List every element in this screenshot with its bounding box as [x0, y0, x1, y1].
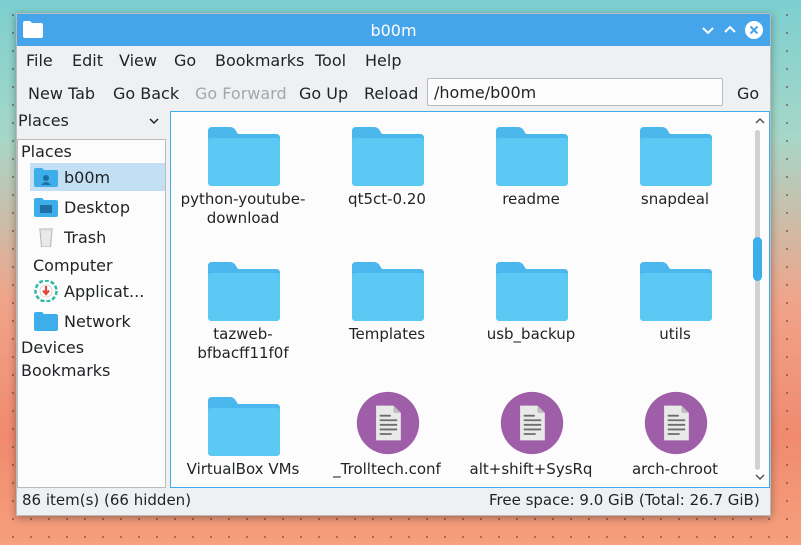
section-devices[interactable]: Devices: [21, 338, 84, 357]
file-item[interactable]: _Trolltech.conf: [315, 382, 459, 487]
file-name: VirtualBox VMs: [186, 460, 300, 478]
sidebar-item-applications[interactable]: Applicat...: [30, 277, 165, 305]
menu-file[interactable]: File: [26, 51, 53, 70]
menu-view[interactable]: View: [119, 51, 157, 70]
file-item[interactable]: utils: [603, 247, 747, 377]
file-item[interactable]: usb_backup: [459, 247, 603, 377]
file-name: snapdeal: [640, 190, 710, 208]
file-name: usb_backup: [486, 325, 576, 343]
path-input[interactable]: [427, 78, 723, 106]
file-item[interactable]: qt5ct-0.20: [315, 112, 459, 242]
section-places[interactable]: Places: [21, 142, 72, 161]
window-title: b00m: [370, 21, 417, 40]
scrollbar-groove[interactable]: [755, 130, 760, 470]
file-item[interactable]: readme: [459, 112, 603, 242]
text-file-icon: [356, 391, 420, 455]
file-name: Templates: [348, 325, 426, 343]
section-computer[interactable]: Computer: [33, 256, 113, 275]
text-file-icon: [644, 391, 708, 455]
file-name: tazweb-bfbacff11f0f: [197, 325, 289, 362]
file-name: _Trolltech.conf: [333, 460, 441, 478]
folder-icon: [640, 262, 712, 321]
sidebar-item-trash[interactable]: Trash: [30, 223, 165, 251]
sidebar-item-label: Trash: [64, 228, 107, 247]
menu-edit[interactable]: Edit: [72, 51, 103, 70]
places-sidebar: Places b00m Desktop Trash Computer Appli…: [17, 139, 166, 488]
folder-icon: [208, 397, 280, 456]
go-forward-button[interactable]: Go Forward: [195, 84, 287, 103]
scroll-down-icon[interactable]: [754, 472, 766, 482]
sidebar-item-label: b00m: [64, 168, 111, 187]
minimize-icon[interactable]: [698, 20, 718, 40]
places-selector-label: Places: [18, 111, 69, 130]
file-item[interactable]: alt+shift+SysRq: [459, 382, 603, 487]
file-manager-window: b00m File Edit View Go Bookmarks Tool He…: [16, 13, 771, 516]
folder-icon: [352, 127, 424, 186]
menu-go[interactable]: Go: [174, 51, 196, 70]
file-name: utils: [659, 325, 691, 343]
sidebar-item-label: Applicat...: [64, 282, 145, 301]
file-item[interactable]: python-youtube- download: [171, 112, 315, 242]
file-view[interactable]: python-youtube- download qt5ct-0.20 read…: [170, 111, 770, 488]
vertical-scrollbar[interactable]: [751, 112, 769, 487]
new-tab-button[interactable]: New Tab: [28, 84, 95, 103]
sidebar-item-network[interactable]: Network: [30, 307, 165, 335]
sidebar-item-label: Network: [64, 312, 131, 331]
text-file-icon: [500, 391, 564, 455]
go-back-button[interactable]: Go Back: [113, 84, 179, 103]
menu-help[interactable]: Help: [365, 51, 401, 70]
folder-icon: [496, 262, 568, 321]
go-button[interactable]: Go: [737, 84, 759, 103]
places-selector[interactable]: Places: [17, 111, 169, 133]
applications-icon: [34, 280, 58, 302]
titlebar[interactable]: b00m: [17, 14, 770, 46]
folder-icon: [496, 127, 568, 186]
network-folder-icon: [34, 312, 58, 331]
chevron-down-icon: [149, 118, 159, 125]
file-item[interactable]: snapdeal: [603, 112, 747, 242]
file-name: arch-chroot: [631, 460, 719, 478]
file-item[interactable]: arch-chroot: [603, 382, 747, 487]
close-icon[interactable]: [744, 20, 764, 40]
sidebar-item-home[interactable]: b00m: [30, 163, 165, 191]
menu-bookmarks[interactable]: Bookmarks: [215, 51, 304, 70]
folder-icon: [352, 262, 424, 321]
folder-icon: [208, 262, 280, 321]
go-up-button[interactable]: Go Up: [299, 84, 348, 103]
item-count-status: 86 item(s) (66 hidden): [22, 491, 192, 509]
trash-icon: [39, 228, 53, 247]
folder-icon: [208, 127, 280, 186]
free-space-status: Free space: 9.0 GiB (Total: 26.7 GiB): [489, 491, 760, 509]
toolbar: New Tab Go Back Go Forward Go Up Reload …: [17, 76, 770, 110]
home-folder-icon: [34, 168, 58, 187]
file-item[interactable]: Templates: [315, 247, 459, 377]
desktop-folder-icon: [34, 198, 58, 217]
file-item[interactable]: tazweb-bfbacff11f0f: [171, 247, 315, 377]
file-name: qt5ct-0.20: [348, 190, 426, 208]
section-bookmarks[interactable]: Bookmarks: [21, 361, 110, 380]
menubar: File Edit View Go Bookmarks Tool Help: [17, 47, 770, 73]
scroll-up-icon[interactable]: [754, 116, 766, 126]
menu-tool[interactable]: Tool: [315, 51, 346, 70]
reload-button[interactable]: Reload: [364, 84, 418, 103]
file-item[interactable]: VirtualBox VMs: [171, 382, 315, 487]
sidebar-item-desktop[interactable]: Desktop: [30, 193, 165, 221]
file-name: readme: [502, 190, 560, 208]
sidebar-item-label: Desktop: [64, 198, 130, 217]
folder-icon: [640, 127, 712, 186]
maximize-icon[interactable]: [720, 20, 740, 40]
file-name: python-youtube- download: [180, 190, 306, 227]
scrollbar-handle[interactable]: [753, 237, 762, 281]
file-name: alt+shift+SysRq: [469, 460, 593, 478]
